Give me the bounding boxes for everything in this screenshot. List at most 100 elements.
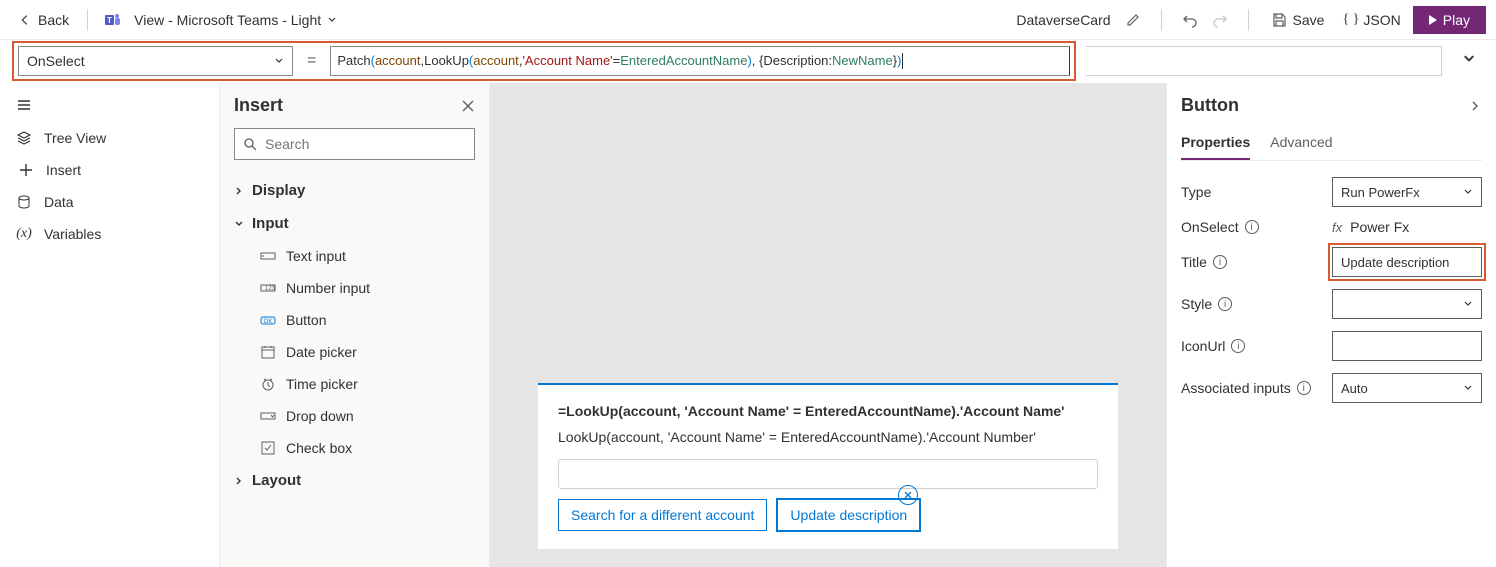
card-preview[interactable]: =LookUp(account, 'Account Name' = Entere…	[538, 383, 1118, 549]
rail-variables[interactable]: (x) Variables	[0, 218, 219, 250]
prop-type: Type Run PowerFx	[1181, 177, 1482, 207]
card-name[interactable]: DataverseCard	[1012, 10, 1114, 30]
property-selector[interactable]: OnSelect	[18, 46, 293, 76]
clock-icon	[260, 376, 276, 392]
info-icon[interactable]: i	[1297, 381, 1311, 395]
prop-iconurl: IconUrli	[1181, 331, 1482, 361]
checkbox-icon	[260, 440, 276, 456]
fx-icon: fx	[1332, 220, 1342, 235]
insert-time-picker[interactable]: Time picker	[234, 368, 475, 400]
left-rail: Tree View Insert Data (x) Variables	[0, 83, 220, 567]
json-button[interactable]: { } JSON	[1336, 8, 1406, 32]
iconurl-input[interactable]	[1332, 331, 1482, 361]
prop-title: Titlei Update description	[1181, 247, 1482, 277]
prop-label: Type	[1181, 184, 1211, 200]
insert-date-picker[interactable]: Date picker	[234, 336, 475, 368]
view-label: View - Microsoft Teams - Light	[134, 12, 321, 28]
formula-input[interactable]: Patch(account, LookUp(account, 'Account …	[330, 46, 1070, 76]
layers-icon	[16, 130, 32, 146]
insert-title: Insert	[234, 95, 283, 116]
insert-drop-down[interactable]: Drop down	[234, 400, 475, 432]
item-label: Drop down	[286, 408, 354, 424]
rail-insert[interactable]: Insert	[0, 154, 219, 186]
properties-heading: Button	[1181, 95, 1239, 116]
prop-label: OnSelect	[1181, 219, 1239, 235]
formula-highlight: OnSelect = Patch(account, LookUp(account…	[12, 41, 1076, 81]
insert-search-input[interactable]	[265, 136, 466, 152]
svg-text:T: T	[107, 16, 112, 25]
rename-button[interactable]	[1121, 8, 1145, 32]
chevron-right-icon	[234, 186, 244, 196]
formula-expand[interactable]	[1452, 52, 1486, 69]
back-label: Back	[38, 12, 69, 28]
json-braces-icon: { }	[1342, 12, 1359, 28]
item-label: Number input	[286, 280, 370, 296]
tab-advanced[interactable]: Advanced	[1270, 126, 1332, 160]
chevron-right-icon	[234, 476, 244, 486]
view-selector[interactable]: T View - Microsoft Teams - Light	[98, 7, 343, 33]
info-icon[interactable]: i	[1218, 297, 1232, 311]
formula-tail[interactable]	[1086, 46, 1442, 76]
canvas[interactable]: =LookUp(account, 'Account Name' = Entere…	[490, 83, 1166, 567]
button-icon: OK	[260, 312, 276, 328]
undo-button[interactable]	[1178, 8, 1202, 32]
close-icon[interactable]	[461, 99, 475, 113]
prop-label: Associated inputs	[1181, 380, 1291, 396]
type-select[interactable]: Run PowerFx	[1332, 177, 1482, 207]
onselect-value[interactable]: fx Power Fx	[1332, 219, 1482, 235]
rail-toggle[interactable]	[0, 91, 219, 122]
dismiss-icon[interactable]	[898, 485, 918, 505]
category-label: Input	[252, 215, 289, 232]
insert-number-input[interactable]: 123 Number input	[234, 272, 475, 304]
play-icon	[1429, 15, 1437, 25]
insert-search[interactable]	[234, 128, 475, 160]
assoc-select[interactable]: Auto	[1332, 373, 1482, 403]
top-bar: Back T View - Microsoft Teams - Light Da…	[0, 0, 1496, 40]
rail-data[interactable]: Data	[0, 186, 219, 218]
play-button[interactable]: Play	[1413, 6, 1486, 34]
insert-text-input[interactable]: Text input	[234, 240, 475, 272]
insert-check-box[interactable]: Check box	[234, 432, 475, 464]
style-select[interactable]	[1332, 289, 1482, 319]
back-button[interactable]: Back	[10, 8, 77, 32]
divider	[87, 9, 88, 31]
card-update-button[interactable]: Update description	[777, 499, 920, 531]
tab-properties[interactable]: Properties	[1181, 126, 1250, 160]
redo-icon	[1212, 12, 1228, 28]
category-input[interactable]: Input	[234, 207, 475, 240]
category-layout[interactable]: Layout	[234, 464, 475, 497]
chevron-right-icon[interactable]	[1468, 99, 1482, 113]
chevron-down-icon	[1463, 383, 1473, 393]
info-icon[interactable]: i	[1231, 339, 1245, 353]
chevron-down-icon	[1462, 52, 1476, 66]
chevron-down-icon	[327, 15, 337, 25]
text-input-icon	[260, 248, 276, 264]
chevron-down-icon	[234, 219, 244, 229]
database-icon	[16, 194, 32, 210]
rail-tree-view[interactable]: Tree View	[0, 122, 219, 154]
category-label: Layout	[252, 472, 301, 489]
prop-onselect: OnSelect i fx Power Fx	[1181, 219, 1482, 235]
insert-button[interactable]: OK Button	[234, 304, 475, 336]
variable-icon: (x)	[16, 226, 32, 242]
item-label: Text input	[286, 248, 346, 264]
card-text-field[interactable]	[558, 459, 1098, 489]
number-input-icon: 123	[260, 280, 276, 296]
divider	[1161, 9, 1162, 31]
info-icon[interactable]: i	[1245, 220, 1259, 234]
category-display[interactable]: Display	[234, 174, 475, 207]
search-icon	[243, 137, 257, 151]
item-label: Time picker	[286, 376, 358, 392]
chevron-down-icon	[1463, 187, 1473, 197]
title-input[interactable]: Update description	[1332, 247, 1482, 277]
prop-style: Stylei	[1181, 289, 1482, 319]
save-icon	[1271, 12, 1287, 28]
prop-label: Style	[1181, 296, 1212, 312]
hamburger-icon	[16, 97, 32, 113]
card-search-button[interactable]: Search for a different account	[558, 499, 767, 531]
save-button[interactable]: Save	[1265, 8, 1331, 32]
onselect-text: Power Fx	[1350, 219, 1409, 235]
rail-label: Insert	[46, 162, 81, 178]
info-icon[interactable]: i	[1213, 255, 1227, 269]
teams-icon: T	[104, 11, 122, 29]
